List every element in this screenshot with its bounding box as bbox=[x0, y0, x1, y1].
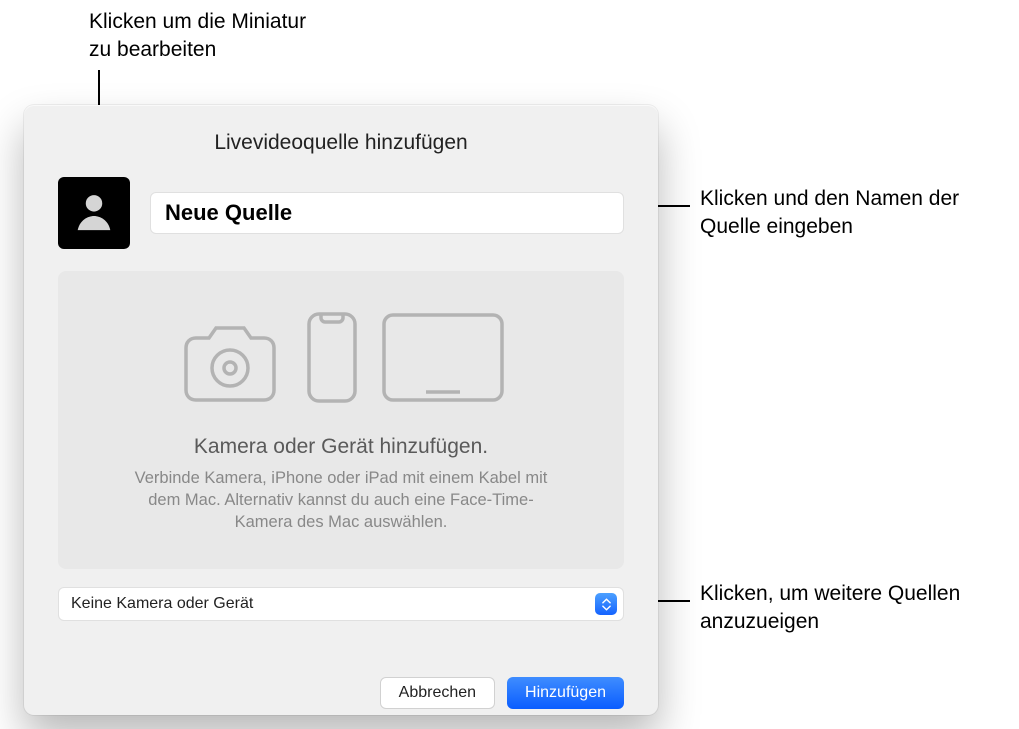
cancel-button[interactable]: Abbrechen bbox=[380, 677, 495, 709]
dialog-title: Livevideoquelle hinzufügen bbox=[58, 131, 624, 155]
add-button[interactable]: Hinzufügen bbox=[507, 677, 624, 709]
chevron-updown-icon bbox=[595, 593, 617, 615]
device-icons bbox=[176, 311, 506, 409]
header-row bbox=[58, 177, 624, 249]
button-row: Abbrechen Hinzufügen bbox=[58, 677, 624, 709]
callout-thumbnail: Klicken um die Miniatur zu bearbeiten bbox=[89, 8, 306, 65]
add-source-dialog: Livevideoquelle hinzufügen bbox=[24, 105, 658, 715]
edit-thumbnail-button[interactable] bbox=[58, 177, 130, 249]
placeholder-title: Kamera oder Gerät hinzufügen. bbox=[194, 435, 488, 459]
camera-select[interactable]: Keine Kamera oder Gerät bbox=[58, 587, 624, 621]
callout-select: Klicken, um weitere Quellen anzuzueigen bbox=[700, 580, 1000, 637]
tablet-icon bbox=[380, 311, 506, 409]
placeholder-text: Verbinde Kamera, iPhone oder iPad mit ei… bbox=[126, 467, 556, 534]
callout-name: Klicken und den Namen der Quelle eingebe… bbox=[700, 185, 1000, 242]
source-name-input[interactable] bbox=[150, 192, 624, 234]
person-icon bbox=[71, 188, 117, 239]
placeholder-zone: Kamera oder Gerät hinzufügen. Verbinde K… bbox=[58, 271, 624, 569]
phone-icon bbox=[306, 311, 358, 409]
camera-icon bbox=[176, 324, 284, 409]
select-value: Keine Kamera oder Gerät bbox=[71, 595, 595, 613]
